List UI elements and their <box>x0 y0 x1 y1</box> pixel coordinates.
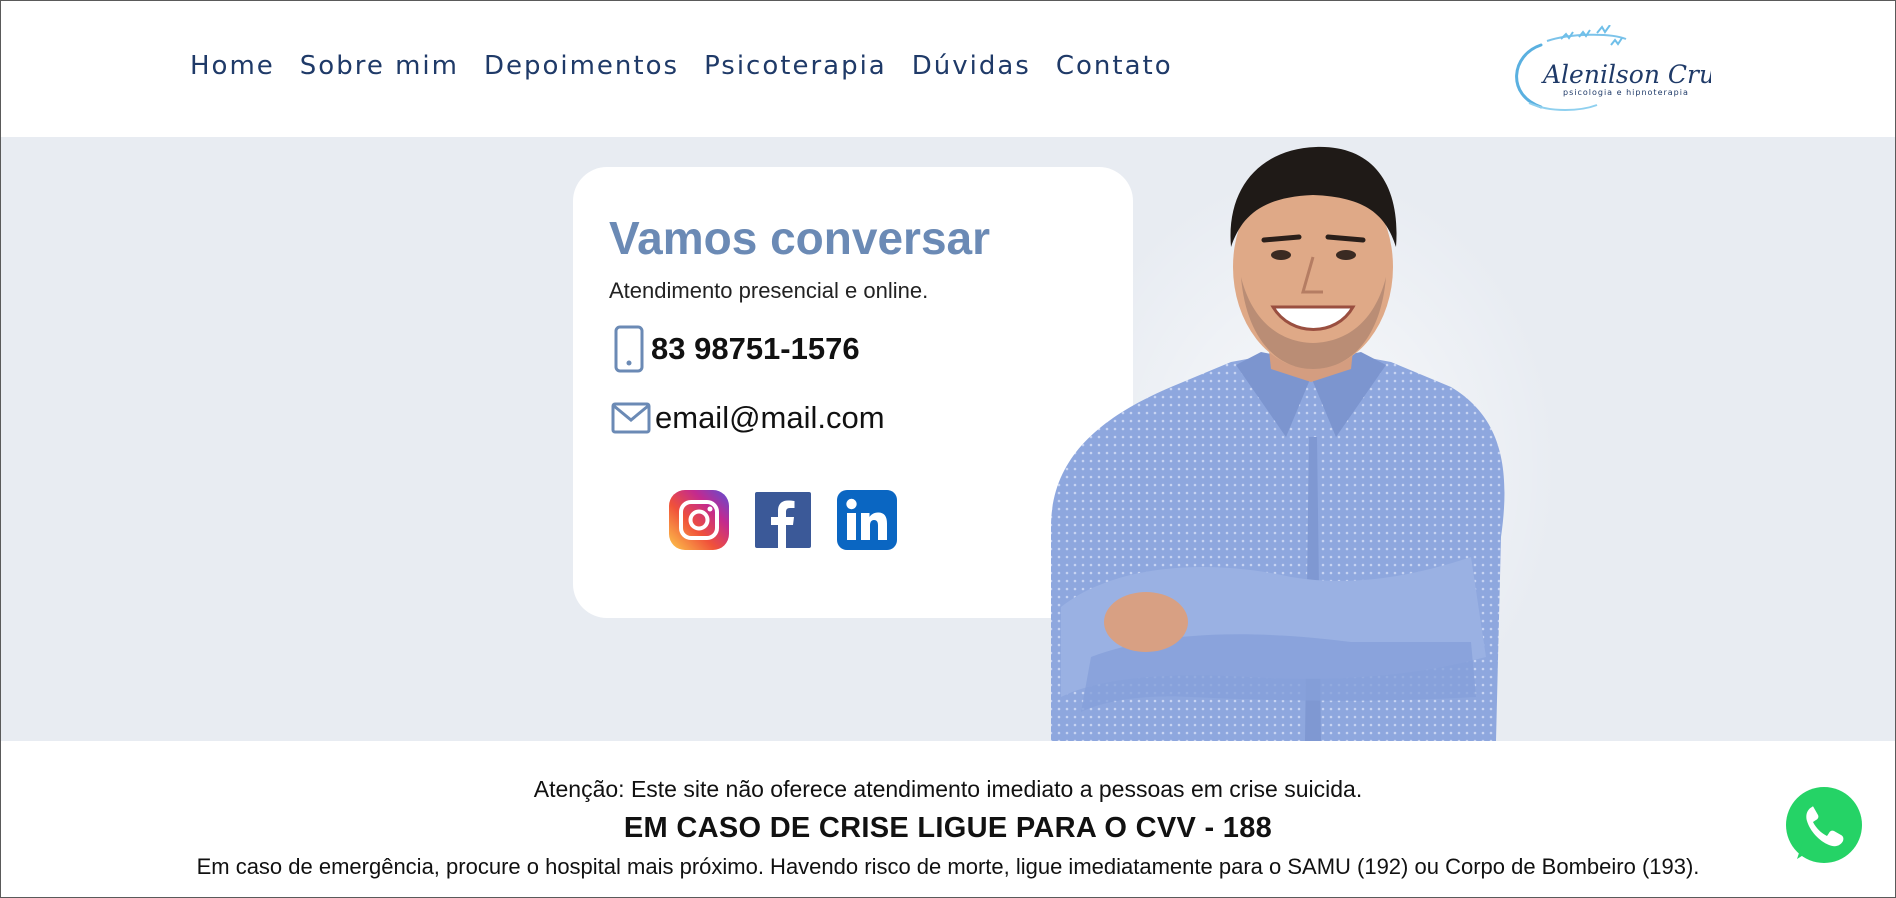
phone-number[interactable]: 83 98751-1576 <box>651 331 860 367</box>
nav-depoimentos[interactable]: Depoimentos <box>484 51 679 81</box>
nav-duvidas[interactable]: Dúvidas <box>912 51 1031 81</box>
whatsapp-button[interactable] <box>1783 785 1865 867</box>
logo-name: Alenilson Cruz <box>1541 60 1711 89</box>
main-nav: Home Sobre mim Depoimentos Psicoterapia … <box>190 51 1198 81</box>
card-title: Vamos conversar <box>609 212 991 264</box>
nav-sobre-mim[interactable]: Sobre mim <box>300 51 459 81</box>
nav-contato[interactable]: Contato <box>1056 51 1173 81</box>
card-subtitle: Atendimento presencial e online. <box>609 278 929 303</box>
emergency-notice: Em caso de emergência, procure o hospita… <box>196 854 1700 879</box>
facebook-icon[interactable] <box>753 490 813 550</box>
site-header: Home Sobre mim Depoimentos Psicoterapia … <box>1 1 1895 137</box>
logo-tagline: psicologia e hipnoterapia <box>1563 88 1689 97</box>
phone-row[interactable]: 83 98751-1576 <box>611 325 860 373</box>
brand-logo[interactable]: Alenilson Cruz psicologia e hipnoterapia <box>1501 25 1711 115</box>
social-links <box>669 490 897 550</box>
nav-home[interactable]: Home <box>190 51 275 81</box>
crisis-footer: Atenção: Este site não oferece atendimen… <box>1 741 1895 897</box>
crisis-warning: Atenção: Este site não oferece atendimen… <box>533 776 1363 802</box>
linkedin-icon[interactable] <box>837 490 897 550</box>
phone-icon <box>614 325 644 373</box>
nav-psicoterapia[interactable]: Psicoterapia <box>704 51 887 81</box>
mail-icon <box>611 402 651 434</box>
instagram-icon[interactable] <box>669 490 729 550</box>
page: Home Sobre mim Depoimentos Psicoterapia … <box>0 0 1896 898</box>
therapist-photo <box>1051 146 1551 741</box>
hero-section: Vamos conversar Atendimento presencial e… <box>1 137 1895 741</box>
email-row[interactable]: email@mail.com <box>611 400 885 436</box>
cvv-notice: EM CASO DE CRISE LIGUE PARA O CVV - 188 <box>623 812 1273 844</box>
email-address[interactable]: email@mail.com <box>655 400 885 436</box>
